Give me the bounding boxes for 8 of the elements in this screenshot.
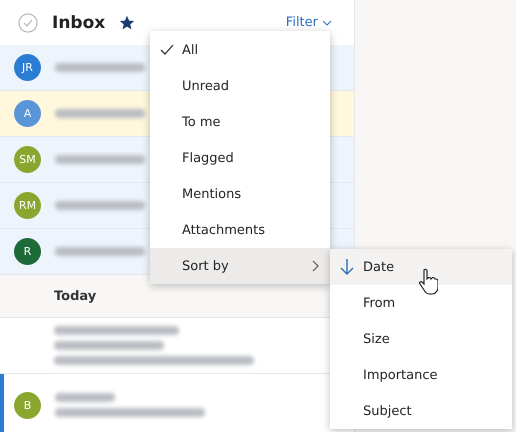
avatar: R <box>14 238 41 265</box>
avatar: B <box>14 392 41 418</box>
avatar: JR <box>14 54 41 81</box>
avatar: RM <box>14 192 41 219</box>
avatar: SM <box>14 146 41 173</box>
folder-title: Inbox <box>52 12 106 32</box>
avatar: A <box>14 100 41 127</box>
group-header: Today <box>54 288 96 304</box>
